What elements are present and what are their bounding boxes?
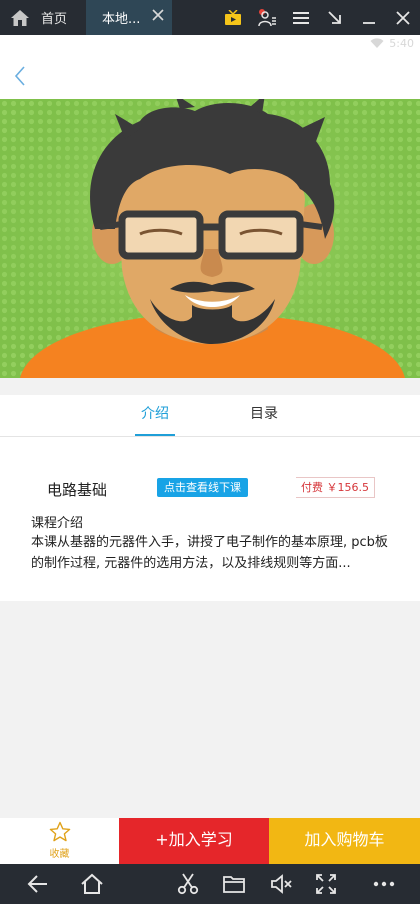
app-screen: 首页 本地... 5:40 介绍 目录 电路基础 点击查看线下课 付费 ￥156… [0,0,420,904]
star-icon [49,821,71,842]
tab-intro[interactable]: 介绍 [135,395,175,436]
emulator-toolbar [216,0,420,35]
favorite-label: 收藏 [49,849,70,860]
emulator-home-tab[interactable]: 首页 [0,0,86,35]
cartoon-avatar-illustration [0,99,420,378]
status-bar: 5:40 [0,35,420,52]
emulator-title-bar: 首页 本地... [0,0,420,35]
favorite-button[interactable]: 收藏 [0,818,119,864]
emulator-active-tab[interactable]: 本地... [86,0,172,35]
scissors-icon[interactable] [176,872,200,896]
close-icon[interactable] [386,0,420,35]
intro-label: 课程介绍 [31,516,84,531]
course-banner-image [0,99,420,378]
view-offline-course-button[interactable]: 点击查看线下课 [157,478,248,497]
course-info-card: 电路基础 点击查看线下课 付费 ￥156.5 课程介绍 本课从基器的元器件入手，… [0,437,420,601]
minimize-to-corner-icon[interactable] [318,0,352,35]
intro-text: 本课从基器的元器件入手，讲授了电子制作的基本原理, pcb板的制作过程, 元器件… [31,535,388,571]
add-to-cart-button[interactable]: 加入购物车 [269,818,420,864]
fullscreen-icon[interactable] [314,872,338,896]
tab-catalog[interactable]: 目录 [244,395,284,436]
active-tab-label: 本地... [102,12,141,27]
home-icon [11,9,29,26]
course-title: 电路基础 [47,481,108,499]
mute-icon[interactable] [270,872,294,896]
app-header [0,52,420,99]
back-arrow-icon[interactable] [26,872,50,896]
close-tab-icon[interactable] [152,9,164,21]
bottom-action-bar: 收藏 +加入学习 加入购物车 [0,818,420,864]
folder-icon[interactable] [222,872,246,896]
back-chevron-icon[interactable] [10,64,30,88]
home-icon[interactable] [80,872,104,896]
tv-icon[interactable] [216,0,250,35]
emulator-navigation-bar [0,864,420,904]
wifi-icon [370,38,384,48]
price-tag: 付费 ￥156.5 [296,477,375,498]
user-settings-icon[interactable] [250,0,284,35]
home-tab-label: 首页 [41,12,68,27]
minimize-icon[interactable] [352,0,386,35]
status-time: 5:40 [389,37,414,50]
more-icon[interactable] [372,872,396,896]
menu-icon[interactable] [284,0,318,35]
course-tabs: 介绍 目录 [0,395,420,437]
join-study-button[interactable]: +加入学习 [119,818,269,864]
